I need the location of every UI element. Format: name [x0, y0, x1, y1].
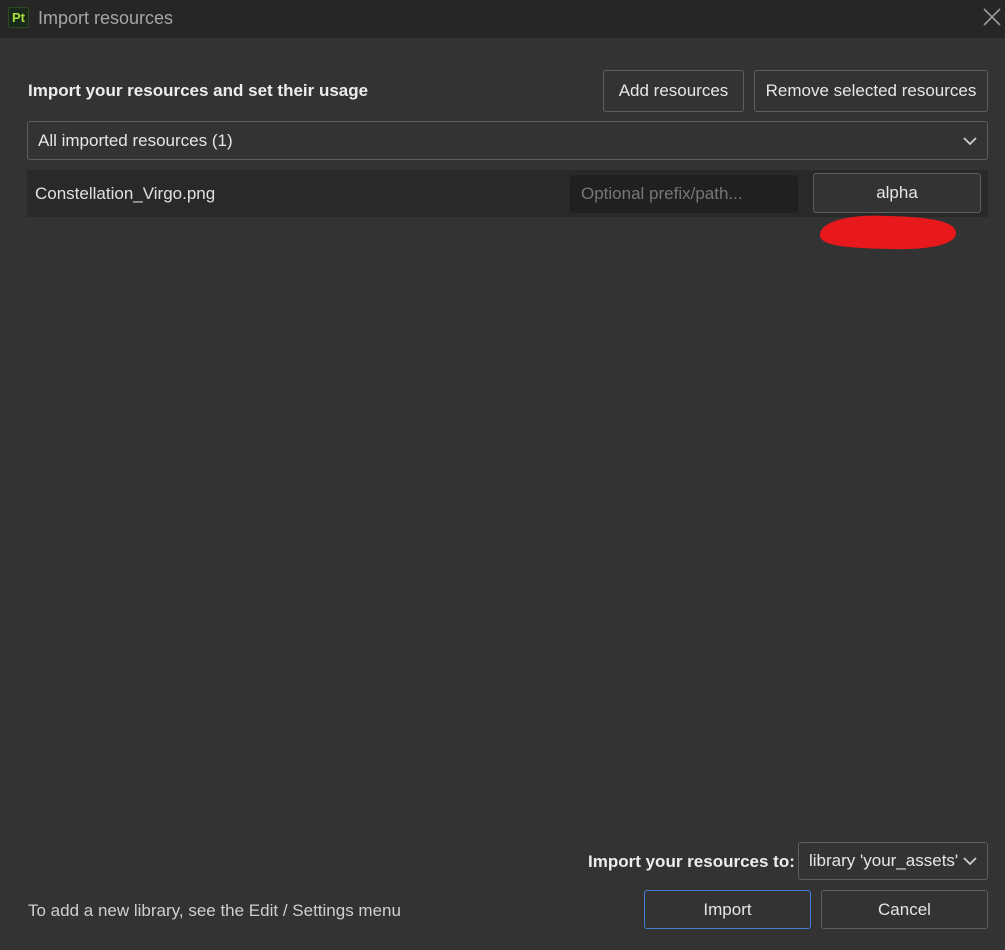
resource-filter-value: All imported resources (1) [38, 130, 233, 150]
import-target-label: Import your resources to: [588, 852, 795, 871]
remove-selected-resources-button[interactable]: Remove selected resources [754, 70, 988, 112]
import-target-select[interactable]: library 'your_assets' [798, 842, 988, 880]
cancel-button[interactable]: Cancel [821, 890, 988, 929]
chevron-down-icon [963, 136, 977, 145]
import-button[interactable]: Import [644, 890, 811, 929]
import-target-value: library 'your_assets' [809, 851, 959, 870]
title-bar: Pt Import resources [0, 0, 1005, 38]
resource-row[interactable]: Constellation_Virgo.png alpha [27, 170, 988, 217]
redaction-mark [819, 215, 957, 250]
library-hint-text: To add a new library, see the Edit / Set… [28, 901, 401, 920]
usage-type-button[interactable]: alpha [813, 173, 981, 213]
app-logo-icon: Pt [8, 7, 29, 28]
prefix-path-input[interactable] [570, 175, 798, 213]
window-title: Import resources [38, 8, 174, 28]
chevron-down-icon [963, 857, 977, 866]
add-resources-button[interactable]: Add resources [603, 70, 744, 112]
resource-filter-dropdown[interactable]: All imported resources (1) [27, 121, 988, 160]
close-icon[interactable] [981, 6, 1003, 28]
resource-file-name: Constellation_Virgo.png [35, 184, 216, 203]
section-heading: Import your resources and set their usag… [28, 81, 369, 100]
